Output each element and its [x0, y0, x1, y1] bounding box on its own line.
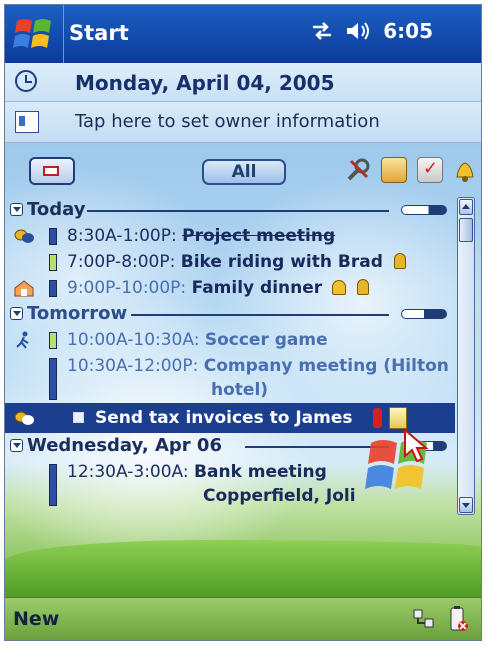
note-icon — [389, 407, 407, 429]
section-divider — [87, 210, 389, 212]
appointment-row[interactable]: 10:00A-10:30A: Soccer game — [5, 327, 455, 353]
private-key-icon — [356, 279, 369, 295]
busy-status-bar — [49, 280, 57, 297]
owner-card-icon — [15, 111, 39, 133]
pocketpc-screen: Start 6:05 Monday, April 04, 2005 Tap he… — [4, 4, 482, 641]
owner-info-text: Tap here to set owner information — [75, 111, 380, 132]
sync-arrows-icon[interactable] — [311, 21, 333, 41]
task-row-selected[interactable]: Send tax invoices to James — [5, 403, 455, 433]
recurring-icon — [14, 229, 34, 243]
today-date-row[interactable]: Monday, April 04, 2005 — [5, 63, 481, 102]
appointment-subject: Bank meeting — [194, 462, 327, 482]
home-icon — [14, 280, 34, 297]
speaker-icon[interactable] — [345, 21, 371, 41]
owner-info-row[interactable]: Tap here to set owner information — [5, 102, 481, 143]
appointment-text: 12:30A-3:00A: Bank meeting — [67, 462, 327, 482]
appointment-row[interactable]: 10:30A-12:00P: Company meeting (Hilton h… — [5, 353, 455, 403]
appointment-subject-continued: hotel) — [211, 380, 269, 400]
private-key-icon — [394, 253, 407, 269]
appointment-subject: Bike riding with Brad — [180, 252, 383, 272]
collapse-toggle-icon[interactable] — [10, 203, 23, 216]
collapse-toggle-icon[interactable] — [10, 439, 23, 452]
appointment-row[interactable]: 7:00P-8:00P: Bike riding with Brad — [5, 249, 455, 275]
windows-start-icon[interactable] — [11, 11, 57, 57]
calendar-icon[interactable] — [381, 157, 407, 183]
appointment-row[interactable]: 8:30A-1:00P: Project meeting — [5, 223, 455, 249]
wallpaper-grass — [5, 540, 481, 598]
appointment-time: 7:00P-8:00P: — [67, 252, 176, 272]
menu-bar: New — [5, 597, 481, 640]
appointment-text: 10:00A-10:30A: Soccer game — [67, 330, 328, 350]
section-tomorrow-label: Tomorrow — [27, 303, 128, 324]
clock-time[interactable]: 6:05 — [383, 19, 433, 43]
bottom-icons — [413, 606, 469, 632]
high-priority-icon — [373, 408, 382, 428]
recurring-icon — [14, 411, 34, 425]
tentative-status-bar — [49, 332, 57, 349]
busy-status-bar — [49, 358, 57, 400]
section-wednesday-label: Wednesday, Apr 06 — [27, 435, 222, 456]
collapse-toggle-icon[interactable] — [10, 307, 23, 320]
clock-icon — [15, 70, 37, 92]
status-area: 6:05 — [311, 19, 433, 43]
day-indicator — [401, 205, 447, 215]
calendar-view-button[interactable] — [29, 157, 75, 185]
calendar-toolbar: All — [5, 155, 481, 191]
busy-status-bar — [49, 464, 57, 506]
today-date: Monday, April 04, 2005 — [75, 71, 335, 95]
network-icon[interactable] — [413, 606, 435, 632]
battery-warning-icon[interactable] — [447, 606, 469, 632]
appointment-text: 10:30A-12:00P: Company meeting (Hilton — [67, 356, 449, 376]
reminder-bell-icon — [331, 280, 346, 295]
section-tomorrow[interactable]: Tomorrow — [5, 301, 455, 327]
task-label: Send tax invoices to James — [95, 408, 353, 428]
busy-status-bar — [49, 228, 57, 245]
tentative-status-bar — [49, 254, 57, 271]
pointer-cursor-icon — [404, 428, 429, 463]
vertical-scrollbar[interactable] — [457, 197, 475, 515]
appointment-subject-continued: Copperfield, Joli — [203, 486, 356, 506]
appointment-subject: Family dinner — [191, 278, 323, 298]
appointment-time: 9:00P-10:00P: — [67, 278, 187, 298]
appointment-text: 7:00P-8:00P: Bike riding with Brad — [67, 252, 407, 272]
title-bar: Start 6:05 — [5, 5, 481, 63]
bell-icon[interactable] — [453, 157, 477, 183]
scroll-thumb[interactable] — [459, 218, 473, 242]
appointment-text: 9:00P-10:00P: Family dinner — [67, 278, 369, 298]
appointment-subject: Company meeting (Hilton — [203, 356, 449, 376]
appointment-time: 8:30A-1:00P: — [67, 226, 177, 246]
appointment-time: 10:30A-12:00P: — [67, 356, 199, 376]
day-indicator — [401, 309, 447, 319]
appointment-time: 12:30A-3:00A: — [67, 462, 189, 482]
tasks-icon[interactable] — [417, 157, 443, 183]
section-today-label: Today — [27, 199, 86, 220]
section-divider — [131, 314, 389, 316]
appointment-time: 10:00A-10:30A: — [67, 330, 200, 350]
scroll-up-button[interactable] — [459, 199, 473, 215]
filter-all-button[interactable]: All — [202, 159, 286, 185]
tools-icon[interactable] — [345, 157, 371, 183]
toolbar-icons — [345, 157, 477, 183]
appointment-row[interactable]: 9:00P-10:00P: Family dinner — [5, 275, 455, 301]
scroll-down-button[interactable] — [459, 497, 473, 513]
task-checkbox[interactable] — [73, 412, 84, 423]
appointment-subject: Soccer game — [204, 330, 328, 350]
appointment-subject: Project meeting — [182, 226, 336, 246]
section-today[interactable]: Today — [5, 197, 455, 223]
new-button[interactable]: New — [13, 608, 59, 630]
title-separator — [63, 5, 64, 63]
appointment-text: 8:30A-1:00P: Project meeting — [67, 226, 335, 246]
running-person-icon — [16, 331, 29, 349]
start-title[interactable]: Start — [69, 21, 129, 45]
